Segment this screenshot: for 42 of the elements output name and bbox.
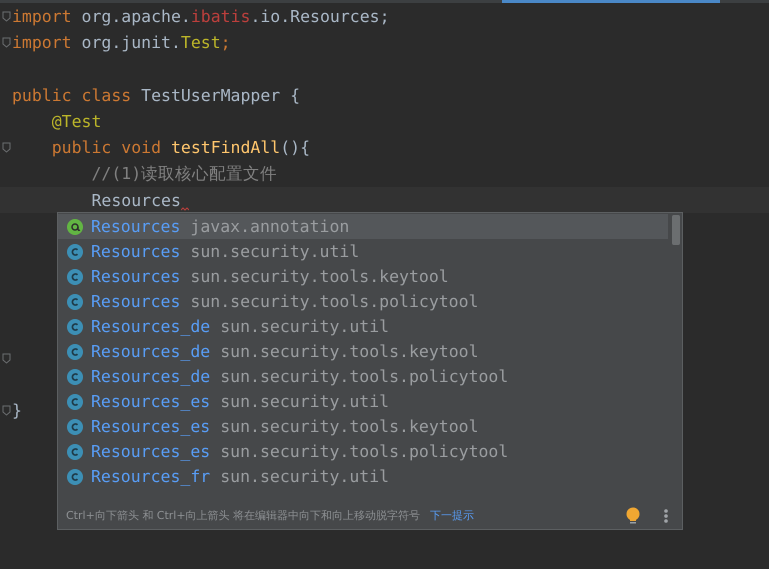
code-line: import org.apache.ibatis.io.Resources; bbox=[12, 6, 390, 26]
fold-icon[interactable] bbox=[2, 142, 10, 154]
class-icon bbox=[67, 468, 83, 484]
class-icon bbox=[67, 318, 83, 334]
completion-item[interactable]: Resources_de sun.security.tools.policytool bbox=[58, 364, 682, 389]
code-line: } bbox=[12, 401, 22, 420]
class-icon bbox=[67, 244, 83, 260]
class-icon bbox=[67, 444, 83, 460]
scrollbar-thumb[interactable] bbox=[672, 215, 680, 245]
scroll-thumb[interactable] bbox=[502, 0, 720, 3]
code-line: //(1)读取核心配置文件 bbox=[90, 162, 278, 185]
completion-item[interactable]: Resources_es sun.security.util bbox=[58, 389, 682, 414]
annotation-icon bbox=[67, 218, 83, 234]
more-icon[interactable] bbox=[664, 508, 668, 522]
class-icon bbox=[67, 394, 83, 410]
completion-item[interactable]: Resources sun.security.tools.keytool bbox=[58, 264, 682, 289]
class-icon bbox=[67, 294, 83, 310]
next-tip-link[interactable]: 下一提示 bbox=[430, 508, 474, 523]
completion-item[interactable]: Resources_es sun.security.tools.keytool bbox=[58, 414, 682, 439]
completion-item[interactable]: Resources sun.security.tools.policytool bbox=[58, 289, 682, 314]
completion-item[interactable]: Resources javax.annotation bbox=[58, 214, 668, 239]
code-line: @Test bbox=[50, 112, 102, 131]
lightbulb-icon[interactable] bbox=[626, 506, 640, 524]
code-line: public void testFindAll(){ bbox=[50, 138, 310, 158]
completion-item[interactable]: Resources sun.security.util bbox=[58, 239, 682, 264]
code-line: Resources bbox=[90, 190, 181, 210]
completion-item[interactable]: Resources_de sun.security.util bbox=[58, 314, 682, 339]
fold-icon[interactable] bbox=[2, 405, 10, 416]
completion-item[interactable]: Resources_de sun.security.tools.keytool bbox=[58, 339, 682, 364]
fold-icon[interactable] bbox=[2, 352, 10, 364]
code-line: public class TestUserMapper { bbox=[12, 86, 300, 105]
code-line: import org.junit.Test; bbox=[12, 32, 231, 52]
class-icon bbox=[67, 368, 83, 384]
class-icon bbox=[67, 268, 83, 284]
class-icon bbox=[67, 344, 83, 360]
fold-icon[interactable] bbox=[2, 36, 10, 48]
fold-icon[interactable] bbox=[2, 10, 10, 22]
hint-text: Ctrl+向下箭头 和 Ctrl+向上箭头 将在编辑器中向下和向上移动脱字符号 bbox=[66, 508, 420, 523]
error-squiggle-icon bbox=[180, 207, 189, 212]
completion-item[interactable]: Resources_fr sun.security.util bbox=[58, 464, 682, 489]
class-icon bbox=[67, 418, 83, 434]
completion-item[interactable]: Resources_es sun.security.tools.policytool bbox=[58, 439, 682, 464]
